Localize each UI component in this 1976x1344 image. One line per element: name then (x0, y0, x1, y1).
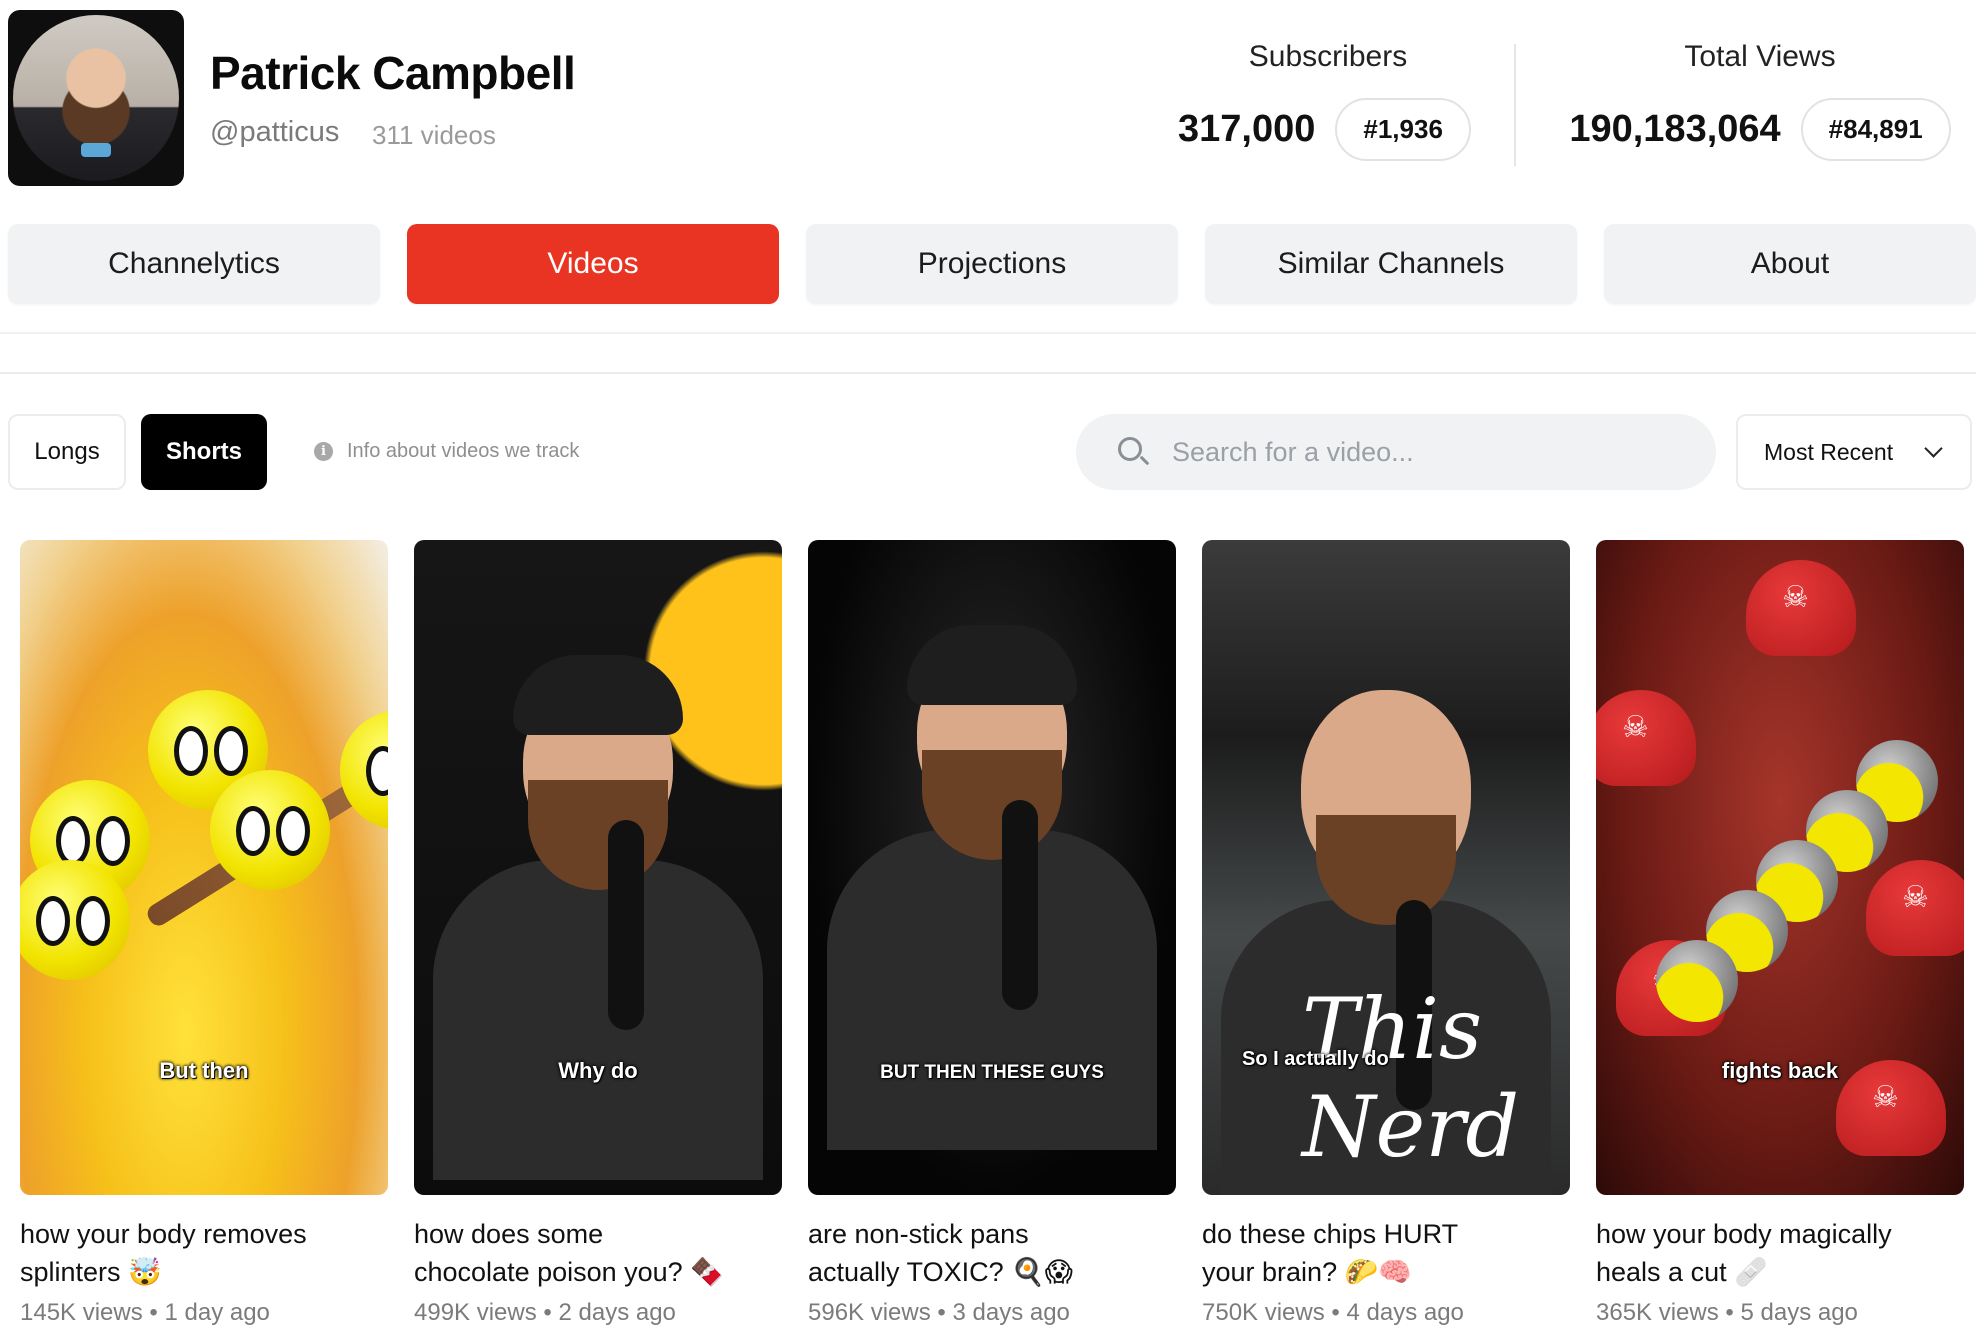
subscribers-rank-badge[interactable]: #1,936 (1335, 98, 1471, 161)
video-title[interactable]: are non-stick pans actually TOXIC? 🍳😱 (808, 1215, 1168, 1291)
subscribers-stat: Subscribers 317,000 #1,936 (1178, 40, 1478, 161)
video-thumbnail[interactable]: But then (20, 540, 388, 1195)
channel-handle[interactable]: @patticus (210, 116, 339, 149)
video-thumbnail[interactable]: fights back (1596, 540, 1964, 1195)
subscribers-label: Subscribers (1248, 40, 1408, 73)
total-views-value: 190,183,064 (1569, 108, 1781, 150)
video-count: 311 videos (372, 120, 496, 150)
info-text: Info about videos we track (347, 440, 580, 462)
video-card[interactable]: Why do how does some chocolate poison you… (414, 540, 782, 1327)
shorts-toggle[interactable]: Shorts (141, 414, 267, 490)
video-thumbnail[interactable]: This Nerd So I actually do (1202, 540, 1570, 1195)
video-card[interactable]: BUT THEN THESE GUYS are non-stick pans ac… (808, 540, 1176, 1327)
info-icon: i (314, 442, 333, 461)
info-link[interactable]: i Info about videos we track (314, 440, 579, 463)
video-meta: 499K views • 2 days ago (414, 1299, 676, 1326)
tab-videos[interactable]: Videos (407, 224, 779, 304)
video-title[interactable]: how your body magically heals a cut 🩹 (1596, 1215, 1956, 1291)
video-card[interactable]: fights back how your body magicallyheals… (1596, 540, 1964, 1327)
video-meta: 750K views • 4 days ago (1202, 1299, 1464, 1326)
video-card[interactable]: But then how your body removes splinters … (20, 540, 388, 1327)
divider (0, 372, 1976, 374)
tab-channelytics[interactable]: Channelytics (8, 224, 380, 304)
avatar[interactable] (8, 10, 184, 186)
search-input[interactable] (1172, 436, 1692, 468)
video-search[interactable] (1076, 414, 1716, 490)
total-views-label: Total Views (1684, 40, 1836, 73)
thumbnail-caption: Why do (558, 1058, 638, 1083)
stats-divider (1514, 44, 1516, 166)
video-title[interactable]: do these chips HURT your brain? 🌮🧠 (1202, 1215, 1562, 1291)
divider (0, 332, 1976, 334)
subscribers-value: 317,000 (1178, 108, 1316, 150)
total-views-stat: Total Views 190,183,064 #84,891 (1550, 40, 1970, 161)
tab-projections[interactable]: Projections (806, 224, 1178, 304)
video-thumbnail[interactable]: Why do (414, 540, 782, 1195)
sort-dropdown[interactable]: Most Recent (1736, 414, 1972, 490)
avatar-photo (13, 15, 179, 181)
video-meta: 365K views • 5 days ago (1596, 1299, 1858, 1326)
total-views-rank-badge[interactable]: #84,891 (1800, 98, 1951, 161)
sort-selected-value: Most Recent (1764, 438, 1894, 465)
thumbnail-caption: fights back (1721, 1058, 1839, 1083)
thumbnail-caption: But then (159, 1058, 249, 1083)
video-meta: 145K views • 1 day ago (20, 1299, 270, 1326)
longs-toggle[interactable]: Longs (8, 414, 126, 490)
video-title[interactable]: how does some chocolate poison you? 🍫 (414, 1215, 774, 1291)
video-thumbnail[interactable]: BUT THEN THESE GUYS (808, 540, 1176, 1195)
thumbnail-caption: So I actually do (1242, 1048, 1389, 1070)
tab-similar-channels[interactable]: Similar Channels (1205, 224, 1577, 304)
tab-about[interactable]: About (1604, 224, 1976, 304)
channel-name: Patrick Campbell (210, 47, 576, 99)
chevron-down-icon (1924, 439, 1943, 458)
video-card[interactable]: This Nerd So I actually do do these chip… (1202, 540, 1570, 1327)
thumbnail-caption: BUT THEN THESE GUYS (880, 1062, 1104, 1083)
thumbnail-overlay: This Nerd (1302, 980, 1520, 1176)
video-title[interactable]: how your body removes splinters 🤯 (20, 1215, 380, 1291)
channel-header: Patrick Campbell @patticus 311 videos Su… (0, 0, 1976, 200)
search-icon (1116, 435, 1150, 469)
video-meta: 596K views • 3 days ago (808, 1299, 1070, 1326)
channel-nav: Channelytics Videos Projections Similar … (8, 224, 1976, 306)
